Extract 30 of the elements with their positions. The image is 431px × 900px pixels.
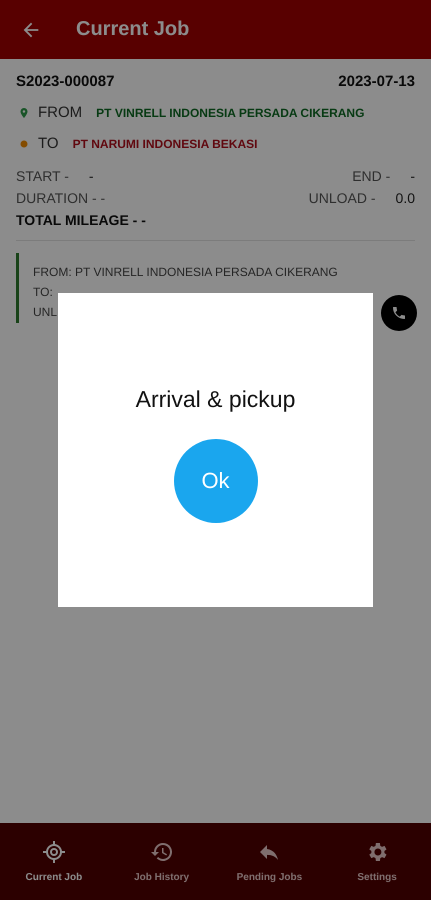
history-icon [150, 840, 174, 864]
nav-tab[interactable]: Current Job [0, 823, 108, 900]
nav-tab[interactable]: Pending Jobs [216, 823, 324, 900]
location-pin-icon [18, 106, 30, 120]
stop-detail: FROM: PT VINRELL INDONESIA PERSADA CIKERANG [33, 265, 338, 279]
end-label: END - [352, 168, 390, 184]
job-date: 2023-07-13 [338, 73, 415, 90]
start-label: START - [16, 168, 69, 184]
from-label: FROM [38, 104, 82, 121]
start-value: - [88, 168, 94, 184]
phone-icon [391, 305, 407, 321]
to-label: TO [38, 135, 59, 152]
dot-icon [18, 138, 30, 150]
nav-tab[interactable]: Job History [108, 823, 216, 900]
stop-detail: TO: [33, 285, 53, 299]
from-location: PT VINRELL INDONESIA PERSADA CIKERANG [96, 106, 364, 120]
unload-label: UNLOAD - [308, 190, 376, 206]
call-button[interactable] [381, 295, 417, 331]
ok-button[interactable]: Ok [174, 439, 258, 523]
to-location: PT NARUMI INDONESIA BEKASI [72, 136, 258, 150]
target-icon [42, 840, 66, 864]
screen-title: Current Job [76, 18, 190, 41]
unload-value: 0.0 [396, 190, 415, 206]
total-mileage: TOTAL MILEAGE - - [16, 212, 147, 228]
duration-label: DURATION - - [16, 190, 106, 206]
end-value: - [410, 168, 415, 184]
dialog-title: Arrival & pickup [136, 386, 296, 413]
job-number: S2023-000087 [16, 73, 114, 90]
nav-tab[interactable]: Settings [323, 823, 431, 900]
stop-detail: UNL [33, 305, 58, 319]
